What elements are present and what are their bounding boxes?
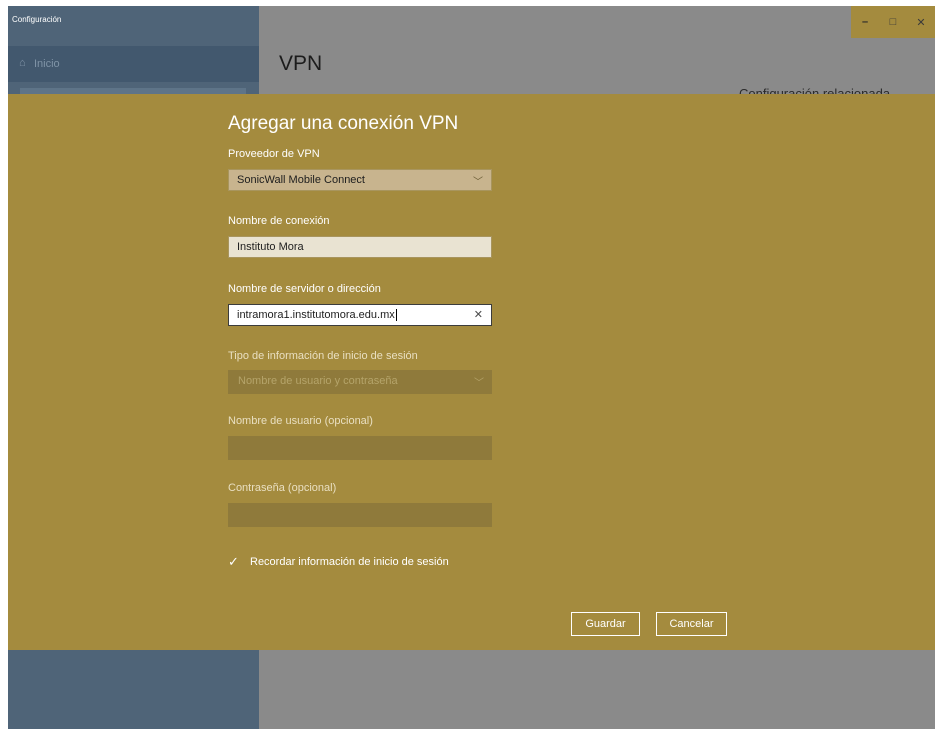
provider-select[interactable]: SonicWall Mobile Connect ﹀ bbox=[228, 169, 492, 191]
server-field[interactable]: intramora1.institutomora.edu.mx ✕ bbox=[228, 304, 492, 326]
server-text: intramora1.institutomora.edu.mx bbox=[237, 309, 395, 321]
username-label: Nombre de usuario (opcional) bbox=[228, 415, 373, 427]
connection-name-value: Instituto Mora bbox=[237, 241, 304, 253]
chevron-down-icon: ﹀ bbox=[473, 177, 483, 188]
server-value: intramora1.institutomora.edu.mx bbox=[237, 309, 397, 322]
password-field[interactable] bbox=[228, 503, 492, 527]
save-button[interactable]: Guardar bbox=[571, 612, 640, 636]
maximize-button[interactable]: □ bbox=[879, 6, 907, 38]
text-caret bbox=[395, 309, 397, 322]
check-icon: ✓ bbox=[228, 554, 239, 569]
close-button[interactable]: ✕ bbox=[907, 6, 935, 38]
server-label: Nombre de servidor o dirección bbox=[228, 283, 381, 295]
clear-icon[interactable]: ✕ bbox=[474, 308, 483, 321]
provider-value: SonicWall Mobile Connect bbox=[237, 174, 365, 186]
signin-type-label: Tipo de información de inicio de sesión bbox=[228, 350, 418, 362]
chevron-down-icon: ﹀ bbox=[474, 378, 484, 389]
window-title: Configuración bbox=[12, 15, 62, 24]
window-controls: – □ ✕ bbox=[851, 6, 935, 38]
signin-type-select[interactable]: Nombre de usuario y contraseña ﹀ bbox=[228, 370, 492, 394]
home-icon: ⌂ bbox=[19, 57, 26, 69]
sidebar-item-home[interactable]: ⌂ Inicio bbox=[8, 46, 259, 82]
cancel-button[interactable]: Cancelar bbox=[656, 612, 727, 636]
minimize-button[interactable]: – bbox=[851, 6, 879, 38]
sidebar-item-label: Inicio bbox=[34, 58, 60, 70]
dialog-title: Agregar una conexión VPN bbox=[228, 113, 459, 134]
connection-name-field[interactable]: Instituto Mora bbox=[228, 236, 492, 258]
provider-label: Proveedor de VPN bbox=[228, 148, 320, 160]
sidebar-lower bbox=[8, 650, 259, 729]
page-title: VPN bbox=[279, 52, 323, 75]
add-vpn-dialog: Agregar una conexión VPN Proveedor de VP… bbox=[8, 94, 935, 650]
connection-name-label: Nombre de conexión bbox=[228, 215, 330, 227]
settings-window: Configuración ⌂ Inicio VPN Configuración… bbox=[8, 6, 935, 729]
username-field[interactable] bbox=[228, 436, 492, 460]
remember-signin-checkbox[interactable]: ✓ Recordar información de inicio de sesi… bbox=[228, 554, 449, 570]
signin-type-value: Nombre de usuario y contraseña bbox=[238, 375, 398, 387]
password-label: Contraseña (opcional) bbox=[228, 482, 337, 494]
remember-signin-label: Recordar información de inicio de sesión bbox=[250, 556, 449, 568]
